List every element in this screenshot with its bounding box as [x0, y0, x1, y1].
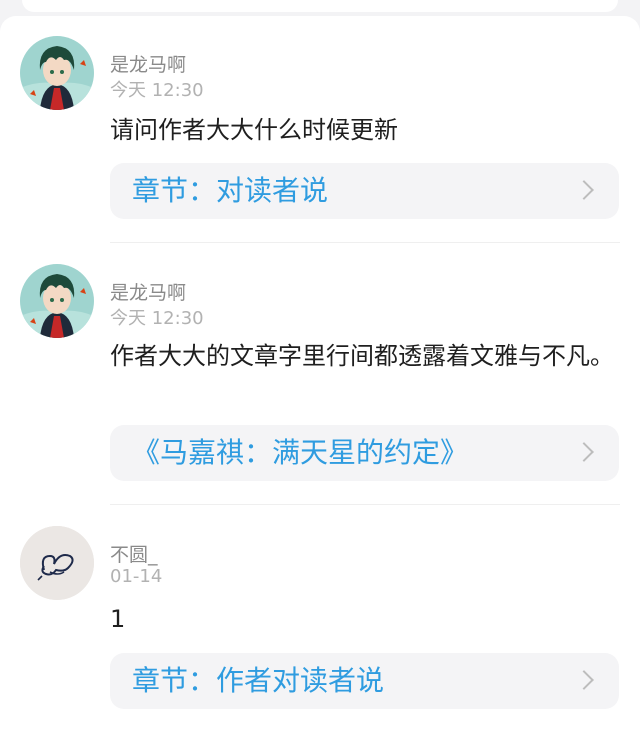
user-avatar[interactable]: [20, 36, 94, 110]
comments-card: 是龙马啊 今天 12:30 请问作者大大什么时候更新 章节：对读者说 是龙马啊 …: [0, 16, 640, 750]
chapter-link[interactable]: 《马嘉祺：满天星的约定》: [110, 425, 619, 481]
user-avatar[interactable]: [20, 526, 94, 600]
chevron-right-icon: [574, 442, 594, 462]
comment-text: 1: [110, 605, 126, 633]
chapter-link-label: 章节：对读者说: [132, 174, 329, 207]
comment-text: 请问作者大大什么时候更新: [110, 116, 398, 144]
timestamp: 今天 12:30: [110, 80, 204, 101]
comment-text: 作者大大的文章字里行间都透露着文雅与不凡。: [110, 342, 614, 370]
chapter-link-label: 《马嘉祺：满天星的约定》: [132, 436, 469, 469]
chevron-right-icon: [574, 670, 594, 690]
chevron-right-icon: [574, 180, 594, 200]
username[interactable]: 是龙马啊: [110, 50, 186, 77]
username[interactable]: 不圆_: [110, 540, 158, 567]
chapter-link[interactable]: 章节：对读者说: [110, 163, 619, 219]
chapter-link-label: 章节：作者对读者说: [132, 664, 385, 697]
timestamp: 01-14: [110, 566, 163, 587]
chapter-link[interactable]: 章节：作者对读者说: [110, 653, 619, 709]
divider: [110, 242, 620, 243]
username[interactable]: 是龙马啊: [110, 278, 186, 305]
user-avatar[interactable]: [20, 264, 94, 338]
previous-card-edge: [22, 0, 618, 12]
timestamp: 今天 12:30: [110, 308, 204, 329]
divider: [110, 504, 620, 505]
